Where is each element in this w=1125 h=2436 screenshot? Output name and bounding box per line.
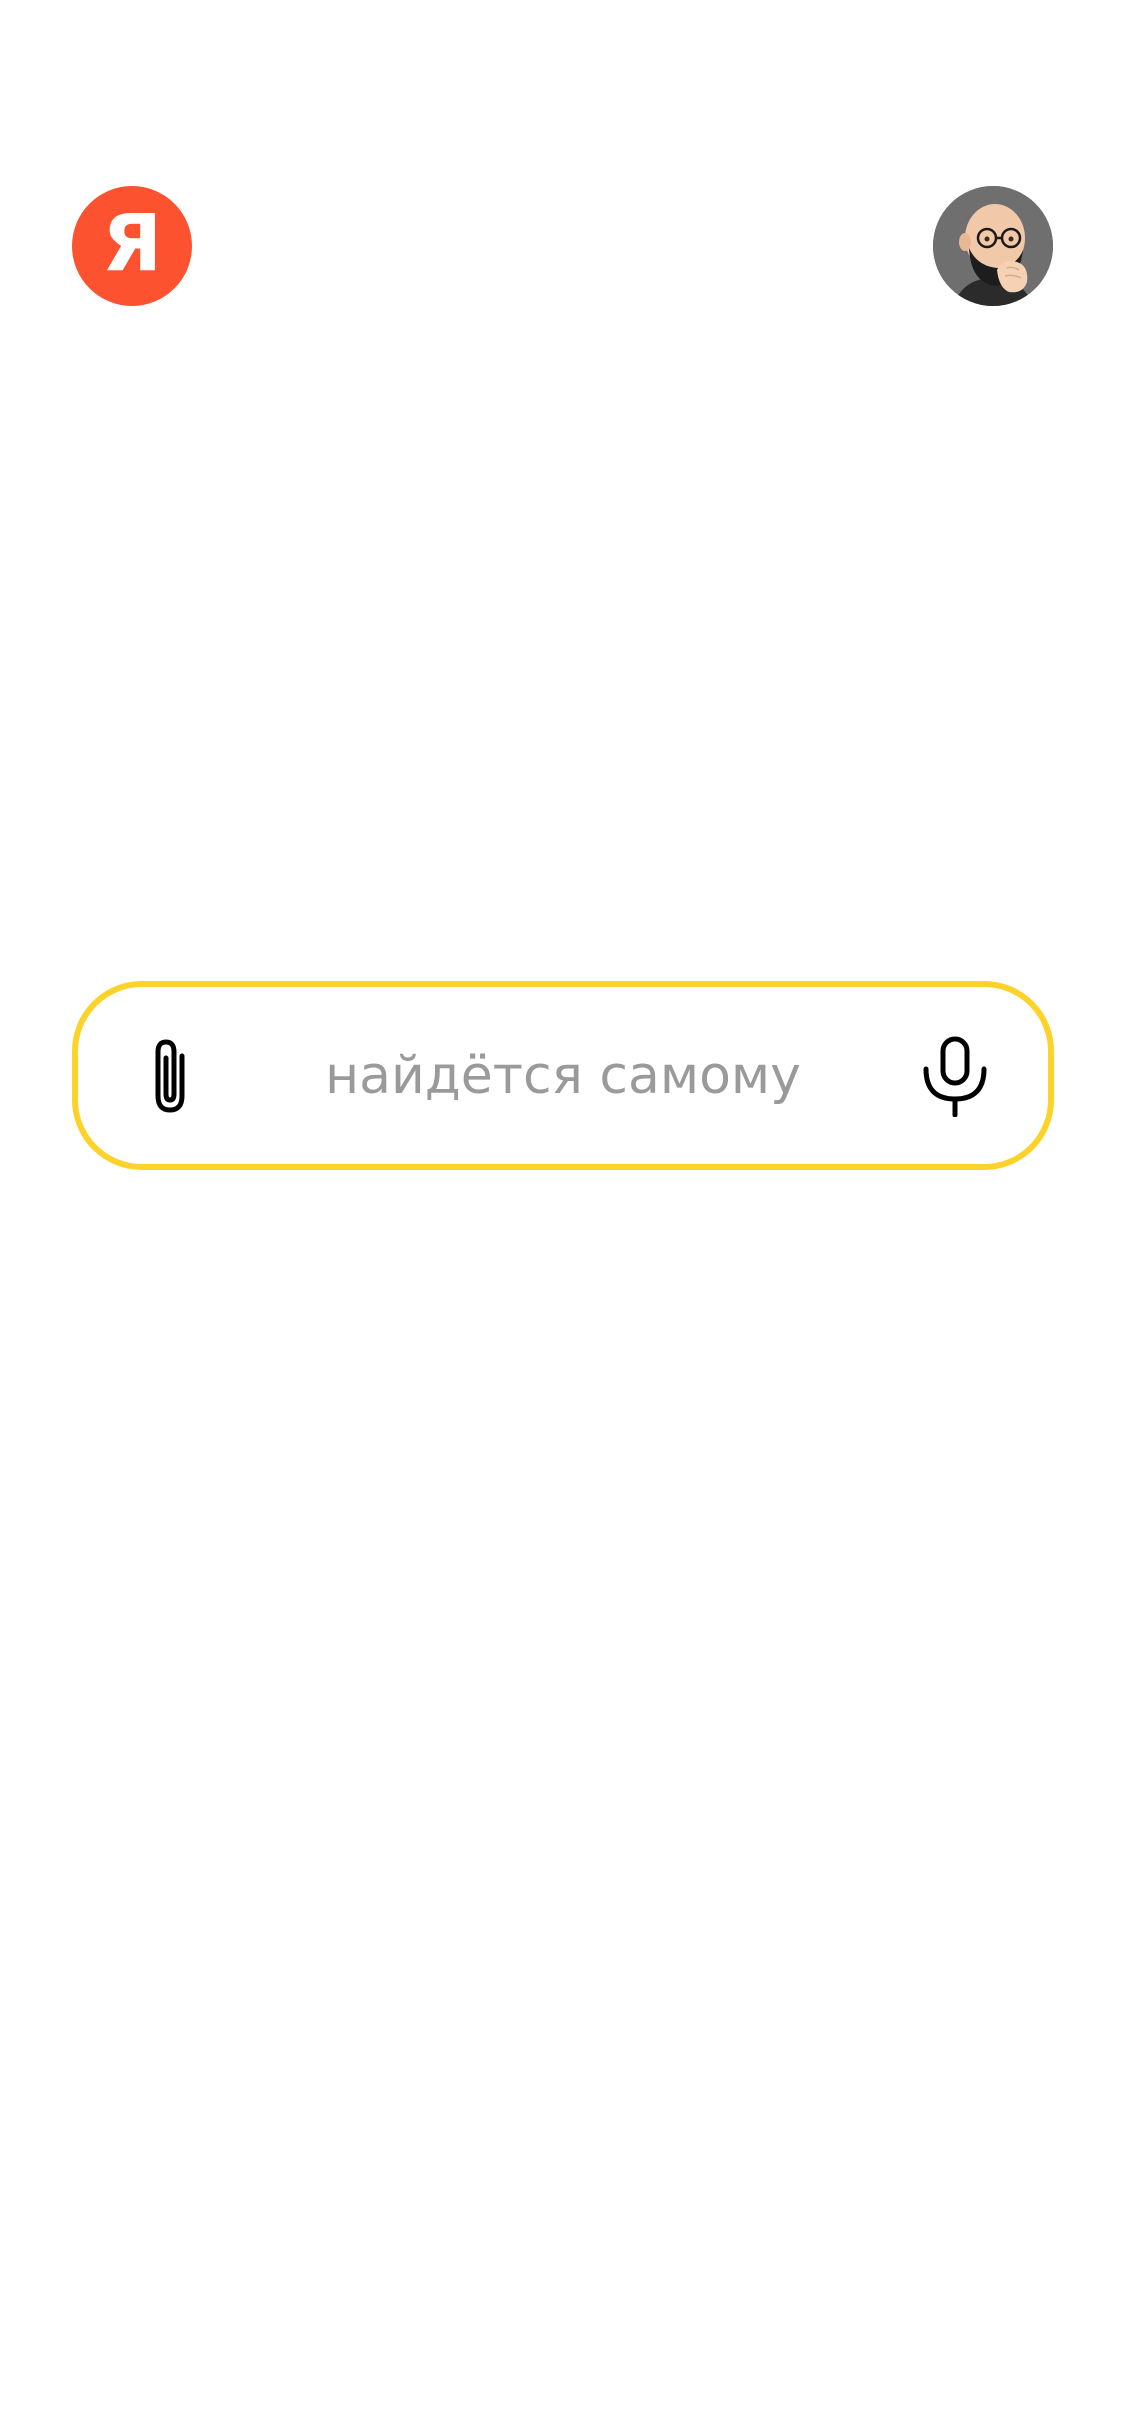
microphone-icon [923, 1036, 987, 1117]
voice-search-button[interactable] [920, 1035, 990, 1117]
yandex-logo[interactable]: Я [72, 186, 192, 306]
main-screen: Я [0, 0, 1125, 2436]
yandex-logo-letter: Я [101, 199, 163, 289]
search-input[interactable] [238, 1035, 888, 1116]
paperclip-icon [155, 1039, 185, 1112]
user-avatar[interactable] [933, 186, 1053, 306]
search-bar[interactable] [72, 981, 1054, 1170]
attach-button[interactable] [144, 1034, 196, 1118]
avatar-memoji-icon [933, 186, 1053, 306]
